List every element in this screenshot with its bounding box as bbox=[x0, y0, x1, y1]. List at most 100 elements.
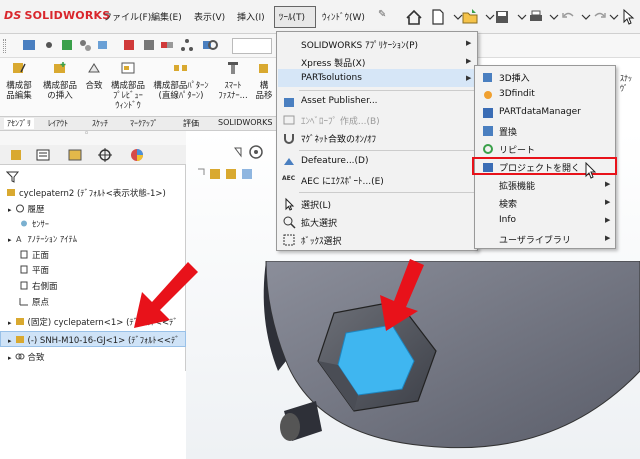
explode-icon[interactable] bbox=[160, 38, 174, 52]
mate-icon bbox=[88, 63, 100, 73]
heads-up-view-toolbar[interactable] bbox=[232, 143, 272, 161]
hide-show-icon[interactable] bbox=[42, 38, 56, 52]
menu-tools-label: ﾂｰﾙ(T) bbox=[279, 13, 306, 23]
filter-icon[interactable] bbox=[6, 171, 20, 183]
tree-item-history[interactable]: ▸ 履歴 bbox=[8, 203, 45, 215]
menu-insert[interactable]: 挿入(I) bbox=[237, 10, 265, 23]
ribbon-component-preview[interactable]: 構成部品 ﾌﾟﾚﾋﾞｭｰ ｳｨﾝﾄﾞｳ bbox=[108, 60, 148, 111]
menu-item-solidworks-applications[interactable]: SOLIDWORKS ｱﾌﾟﾘｹｰｼｮﾝ(P) bbox=[301, 38, 418, 51]
feature-tree-flyout-icons[interactable] bbox=[196, 165, 276, 183]
submenu-arrow-icon: ▶ bbox=[466, 57, 472, 65]
toolbar-grip[interactable] bbox=[3, 39, 6, 53]
mate-icon[interactable] bbox=[60, 38, 74, 52]
undo-icon[interactable] bbox=[558, 6, 578, 28]
menu-item-envelope[interactable]: ｴﾝﾍﾞﾛｰﾌﾟ 作成...(B) bbox=[301, 114, 380, 127]
view-icon[interactable] bbox=[22, 38, 36, 52]
tab-sketch[interactable]: ｽｹｯﾁ bbox=[92, 118, 108, 129]
menu-item-select[interactable]: 選択(L) bbox=[301, 198, 331, 211]
gray-cube-icon[interactable] bbox=[142, 38, 156, 52]
ribbon-label: ｳｨﾝﾄﾞｳ bbox=[115, 101, 141, 111]
select-cursor-icon[interactable] bbox=[618, 6, 638, 28]
ribbon-label: 品編集 bbox=[6, 91, 32, 101]
pin-icon[interactable]: ✎ bbox=[378, 9, 386, 20]
tree-item-top-plane[interactable]: 平面 bbox=[19, 264, 49, 276]
submenu-item-replace[interactable]: 置換 bbox=[499, 125, 517, 138]
ribbon-linear-pattern[interactable]: 構成部品ﾊﾟﾀｰﾝ (直線ﾊﾟﾀｰﾝ) bbox=[150, 60, 212, 101]
tree-item-label: 原点 bbox=[32, 298, 50, 308]
submenu-item-info[interactable]: Info bbox=[499, 215, 516, 225]
mate-icon bbox=[15, 353, 25, 360]
open-folder-icon[interactable] bbox=[460, 6, 480, 28]
tree-item-label: 履歴 bbox=[27, 205, 45, 215]
new-file-icon[interactable] bbox=[428, 6, 448, 28]
menu-file[interactable]: ファイル(F) bbox=[103, 10, 151, 23]
tree-item-mates[interactable]: ▸ 合致 bbox=[8, 351, 45, 363]
menu-window[interactable]: ｳｨﾝﾄﾞｳ(W) bbox=[322, 10, 365, 23]
menu-item-box-select[interactable]: ﾎﾞｯｸｽ選択 bbox=[301, 234, 342, 247]
move-component-icon bbox=[259, 64, 268, 73]
tree-root[interactable]: cyclepatern2 (ﾃﾞﾌｫﾙﾄ<表示状態-1>) bbox=[6, 187, 166, 199]
box-select-icon bbox=[283, 234, 295, 246]
pane-bottom bbox=[0, 371, 186, 459]
ribbon-label: 品移 bbox=[255, 91, 273, 101]
tab-assembly[interactable]: ｱｾﾝﾌﾞﾘ bbox=[4, 118, 34, 129]
feature-tree-tab-icon[interactable] bbox=[8, 148, 26, 162]
pane-header: ◦ bbox=[0, 129, 186, 145]
tree-item-label: 平面 bbox=[32, 266, 50, 276]
ribbon-mate[interactable]: 合致 bbox=[82, 60, 106, 91]
menu-edit[interactable]: 編集(E) bbox=[151, 10, 182, 23]
assembly-icon bbox=[7, 189, 15, 196]
tab-solidworks[interactable]: SOLIDWORKS bbox=[218, 118, 272, 127]
tab-markup[interactable]: ﾏｰｸｱｯﾌﾟ bbox=[130, 118, 158, 129]
menu-item-xpress[interactable]: Xpress 製品(X) bbox=[301, 56, 365, 69]
submenu-item-3d-insert[interactable]: 3D挿入 bbox=[499, 71, 530, 84]
mouse-cursor-icon bbox=[585, 162, 597, 179]
tab-evaluate[interactable]: 評価 bbox=[183, 118, 199, 129]
tree-item-label: ｾﾝｻｰ bbox=[32, 220, 50, 230]
toolbar-search-box[interactable] bbox=[232, 38, 272, 54]
tree-item-label: 右側面 bbox=[32, 282, 58, 292]
display-manager-tab-icon[interactable] bbox=[128, 148, 146, 162]
menu-separator bbox=[299, 90, 475, 91]
tree-icon[interactable] bbox=[180, 38, 194, 52]
tree-item-sensor[interactable]: ｾﾝｻｰ bbox=[19, 218, 49, 230]
property-manager-tab-icon[interactable] bbox=[34, 148, 52, 162]
submenu-item-3dfindit[interactable]: 3Dfindit bbox=[499, 89, 535, 99]
gear-icon[interactable] bbox=[206, 38, 220, 52]
tree-item-annotations[interactable]: ▸ A ｱﾉﾃｰｼｮﾝ ｱｲﾃﾑ bbox=[8, 233, 77, 245]
tree-item-origin[interactable]: 原点 bbox=[19, 296, 49, 308]
dimxpert-tab-icon[interactable] bbox=[96, 148, 114, 162]
ribbon-label: (直線ﾊﾟﾀｰﾝ) bbox=[158, 91, 204, 101]
submenu-item-search[interactable]: 検索 bbox=[499, 197, 517, 210]
ribbon-insert-component[interactable]: 構成部品 の挿入 bbox=[40, 60, 80, 101]
print-icon[interactable] bbox=[526, 6, 546, 28]
command-tabs: ｱｾﾝﾌﾞﾘ ﾚｲｱｳﾄ ｽｹｯﾁ ﾏｰｸｱｯﾌﾟ 評価 SOLIDWORKS bbox=[0, 116, 276, 131]
partdatamanager-icon bbox=[483, 108, 493, 118]
ribbon-smart-fastener[interactable]: ｽﾏｰﾄ ﾌｧｽﾅｰ... bbox=[216, 60, 250, 101]
submenu-item-repeat[interactable]: リピート bbox=[499, 143, 535, 156]
submenu-item-extensions[interactable]: 拡張機能 bbox=[499, 179, 535, 192]
pane-drag-handle-icon[interactable]: ◦ bbox=[84, 129, 89, 139]
menu-item-magnetic-mate[interactable]: ﾏｸﾞﾈｯﾄ合致のｵﾝ/ｵﾌ bbox=[301, 132, 376, 145]
menu-item-defeature[interactable]: Defeature...(D) bbox=[301, 156, 369, 166]
solidworks-logo: DS SOLIDWORKS bbox=[4, 9, 111, 22]
configuration-tab-icon[interactable] bbox=[66, 148, 84, 162]
component-icon[interactable] bbox=[96, 38, 110, 52]
red-cube-icon[interactable] bbox=[122, 38, 136, 52]
tree-root-label: cyclepatern2 (ﾃﾞﾌｫﾙﾄ<表示状態-1>) bbox=[19, 189, 166, 199]
tab-layout[interactable]: ﾚｲｱｳﾄ bbox=[48, 118, 68, 129]
tree-item-front-plane[interactable]: 正面 bbox=[19, 249, 49, 261]
menu-item-export-aec[interactable]: AEC にｴｸｽﾎﾟｰﾄ...(E) bbox=[301, 174, 384, 187]
settings-icon[interactable] bbox=[78, 38, 92, 52]
tree-item-right-plane[interactable]: 右側面 bbox=[19, 280, 58, 292]
ribbon-edit-component[interactable]: 構成部 品編集 bbox=[2, 60, 36, 101]
save-icon[interactable] bbox=[492, 6, 512, 28]
submenu-item-partdatamanager[interactable]: PARTdataManager bbox=[499, 107, 581, 117]
home-icon[interactable] bbox=[404, 6, 424, 28]
menu-item-asset-publisher[interactable]: Asset Publisher... bbox=[301, 96, 378, 106]
submenu-item-user-library[interactable]: ユーザライブラリ bbox=[499, 233, 571, 246]
menu-view[interactable]: 表示(V) bbox=[194, 10, 225, 23]
ribbon-move-component[interactable]: 構 品移 bbox=[252, 60, 276, 101]
menu-item-partsolutions[interactable]: PARTsolutions bbox=[301, 73, 362, 83]
menu-item-magnified-select[interactable]: 拡大選択 bbox=[301, 216, 337, 229]
